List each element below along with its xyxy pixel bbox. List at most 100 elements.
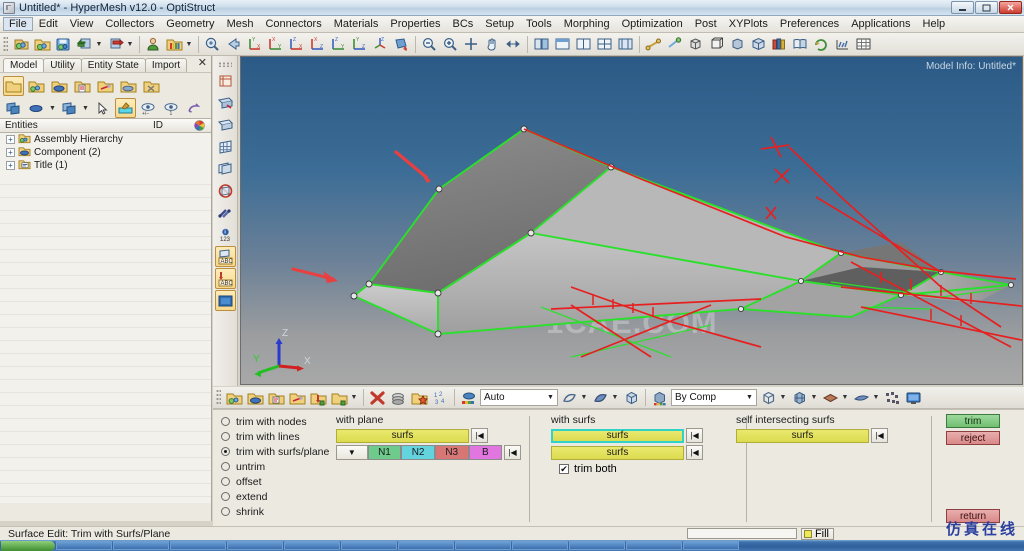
menu-materials[interactable]: Materials	[328, 17, 385, 31]
shaded-wire-icon[interactable]	[560, 388, 579, 407]
radio-icon[interactable]	[221, 477, 230, 486]
tree-item-component[interactable]: + Component (2)	[0, 146, 211, 159]
radio-icon[interactable]	[221, 462, 230, 471]
surface-diamond-dropdown-icon[interactable]: ▼	[841, 388, 849, 407]
with-surfs-selector-1[interactable]: surfs	[551, 428, 684, 443]
status-input-field[interactable]	[686, 528, 797, 539]
taskbar-item[interactable]	[626, 541, 682, 550]
layers-icon[interactable]	[389, 388, 408, 407]
solid-cube-icon[interactable]	[622, 388, 641, 407]
menu-help[interactable]: Help	[917, 17, 952, 31]
surface-diamond-icon[interactable]	[821, 388, 840, 407]
reject-button[interactable]: reject	[946, 431, 1000, 445]
folder-component-icon[interactable]	[49, 76, 70, 96]
color-folder-icon[interactable]	[165, 35, 184, 54]
pan-arrows-icon[interactable]	[504, 35, 523, 54]
with-plane-surfs-selector[interactable]: surfs	[336, 428, 469, 443]
folder-dropdown-icon[interactable]: ▼	[350, 388, 358, 407]
plane-node-n1[interactable]: N1	[367, 445, 402, 460]
taskbar-item[interactable]	[56, 541, 112, 550]
color-folder-dropdown-icon[interactable]: ▼	[185, 35, 193, 54]
tab-import[interactable]: Import	[144, 58, 188, 72]
radio-icon[interactable]	[221, 492, 230, 501]
page-quad-icon[interactable]	[616, 35, 635, 54]
start-button[interactable]	[1, 540, 55, 551]
eye-plus-minus-icon[interactable]: +/−	[138, 98, 159, 118]
plane-dropdown-button[interactable]: ▼	[336, 445, 368, 460]
fill-toggle[interactable]: Fill	[800, 527, 834, 540]
expander-icon[interactable]: +	[6, 148, 15, 157]
surface-create-icon[interactable]	[215, 70, 236, 91]
axis-zx-icon[interactable]: ZX	[287, 35, 306, 54]
new-session-icon[interactable]	[12, 35, 31, 54]
option-shrink[interactable]: shrink	[221, 504, 371, 519]
toolbar-grip[interactable]	[3, 35, 8, 53]
load-abc-icon[interactable]: ABC	[214, 268, 236, 289]
mask-icon[interactable]	[532, 35, 551, 54]
folder-load-icon[interactable]	[95, 76, 116, 96]
menu-bcs[interactable]: BCs	[447, 17, 480, 31]
eye-one-icon[interactable]: 1	[161, 98, 182, 118]
taskbar-item[interactable]	[170, 541, 226, 550]
load-folder-icon[interactable]	[288, 388, 307, 407]
cube-shade-icon[interactable]	[728, 35, 747, 54]
menu-preferences[interactable]: Preferences	[774, 17, 845, 31]
shaded-surface-icon[interactable]	[591, 388, 610, 407]
page-layout-icon[interactable]	[574, 35, 593, 54]
folder-group-icon[interactable]	[118, 76, 139, 96]
menu-properties[interactable]: Properties	[384, 17, 446, 31]
rigid-link-icon[interactable]	[215, 202, 236, 223]
taskbar-item[interactable]	[341, 541, 397, 550]
chevron-down-icon[interactable]: ▼	[743, 394, 756, 401]
monitor-icon[interactable]	[904, 388, 923, 407]
taskbar-item[interactable]	[113, 541, 169, 550]
radio-icon[interactable]	[221, 417, 230, 426]
undo-arrow-icon[interactable]	[184, 98, 205, 118]
menu-optimization[interactable]: Optimization	[616, 17, 689, 31]
vector-plot-icon[interactable]	[833, 35, 852, 54]
surface-blue-dropdown-icon[interactable]: ▼	[872, 388, 880, 407]
open-model-icon[interactable]	[33, 35, 52, 54]
folder-down-icon[interactable]	[309, 388, 328, 407]
viewport-capture-icon[interactable]	[214, 290, 236, 311]
zoom-window-icon[interactable]	[462, 35, 481, 54]
tab-utility[interactable]: Utility	[43, 58, 82, 72]
radio-icon-selected[interactable]	[221, 447, 230, 456]
folder-assembly-icon[interactable]	[26, 76, 47, 96]
arrow-rotate-icon[interactable]	[812, 35, 831, 54]
menu-geometry[interactable]: Geometry	[160, 17, 220, 31]
bycomp-cube-icon[interactable]	[650, 388, 669, 407]
axis-xz-icon[interactable]: XZ	[308, 35, 327, 54]
taskbar-item[interactable]	[398, 541, 454, 550]
graphics-viewport[interactable]: Model Info: Untitled* 1CAE.COM Z Y X	[240, 56, 1023, 385]
plane-base-b[interactable]: B	[468, 445, 503, 460]
folder-plain-icon[interactable]	[3, 76, 24, 96]
menu-file[interactable]: File	[3, 17, 33, 31]
vtoolbar-grip[interactable]	[218, 62, 232, 67]
shaded-disc-icon[interactable]	[26, 98, 47, 118]
surface-blue-icon[interactable]	[852, 388, 871, 407]
surface-trim-icon[interactable]	[215, 114, 236, 135]
menu-tools[interactable]: Tools	[520, 17, 558, 31]
taskbar-item[interactable]	[512, 541, 568, 550]
menu-setup[interactable]: Setup	[479, 17, 520, 31]
self-intersecting-rewind[interactable]: |◀	[871, 428, 888, 443]
iso-view-icon[interactable]: Z	[371, 35, 390, 54]
surface-edit-icon[interactable]	[215, 92, 236, 113]
import-icon[interactable]	[75, 35, 94, 54]
element-abc-icon[interactable]: ABC	[214, 246, 236, 267]
close-icon[interactable]: ✕	[198, 56, 207, 69]
menu-collectors[interactable]: Collectors	[99, 17, 160, 31]
book-open-icon[interactable]	[791, 35, 810, 54]
node-edit-icon[interactable]	[665, 35, 684, 54]
renumber-icon[interactable]: 12 34	[431, 388, 450, 407]
measure-icon[interactable]	[644, 35, 663, 54]
scatter-squares-icon[interactable]	[883, 388, 902, 407]
pan-hand-icon[interactable]	[483, 35, 502, 54]
chevron-down-icon[interactable]: ▼	[544, 394, 557, 401]
shaded-wire-dropdown-icon[interactable]: ▼	[580, 388, 588, 407]
tree-item-assembly-hierarchy[interactable]: + Assembly Hierarchy	[0, 133, 211, 146]
rotate-view-icon[interactable]	[392, 35, 411, 54]
fit-view-icon[interactable]	[203, 35, 222, 54]
menu-mesh[interactable]: Mesh	[221, 17, 260, 31]
